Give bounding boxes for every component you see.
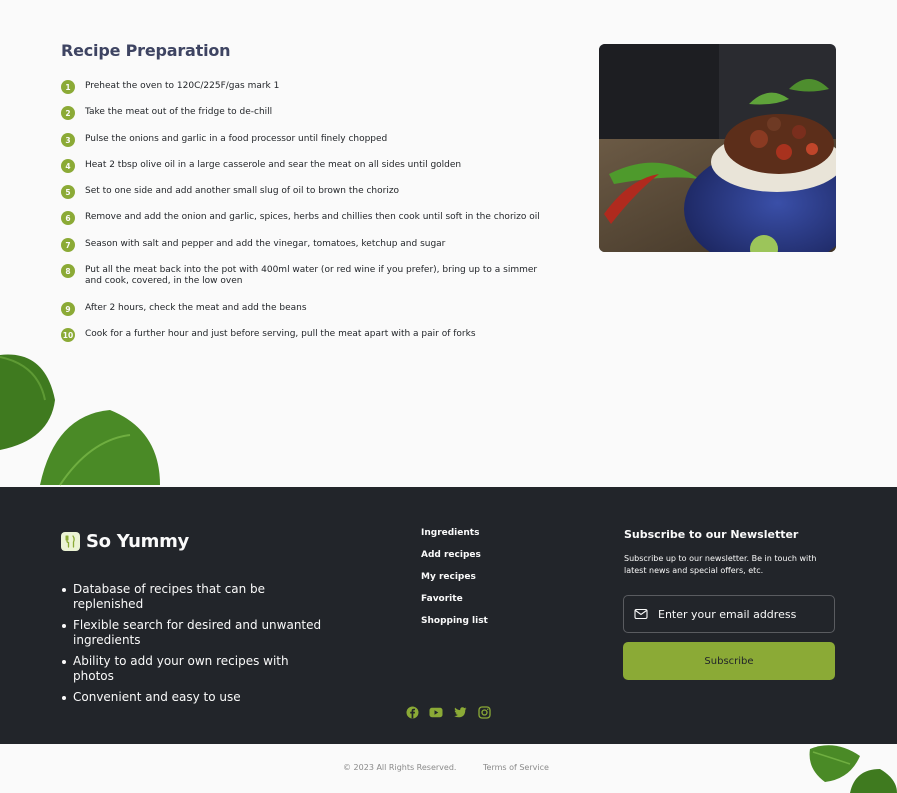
benefit-item: Flexible search for desired and unwanted…	[61, 618, 331, 648]
step-number-badge: 3	[61, 133, 75, 147]
mail-icon	[634, 608, 648, 620]
decorative-leaves-bottom	[805, 744, 897, 793]
brand-logo-icon	[61, 532, 80, 551]
preparation-step: 3 Pulse the onions and garlic in a food p…	[61, 132, 551, 147]
step-number-badge: 1	[61, 80, 75, 94]
footer-nav-link-favorite[interactable]: Favorite	[421, 593, 488, 615]
footer-nav-link-ingredients[interactable]: Ingredients	[421, 527, 488, 549]
benefit-item: Ability to add your own recipes with pho…	[61, 654, 331, 684]
brand-name: So Yummy	[86, 531, 189, 552]
footer-nav-link-my-recipes[interactable]: My recipes	[421, 571, 488, 593]
step-number-badge: 7	[61, 238, 75, 252]
benefit-item: Convenient and easy to use	[61, 690, 331, 705]
email-field[interactable]	[658, 607, 828, 621]
step-text: Take the meat out of the fridge to de-ch…	[85, 107, 273, 117]
step-text: Remove and add the onion and garlic, spi…	[85, 212, 540, 222]
footer-nav-link-shopping-list[interactable]: Shopping list	[421, 615, 488, 637]
instagram-icon[interactable]	[477, 705, 491, 719]
step-number-badge: 6	[61, 211, 75, 225]
step-number-badge: 5	[61, 185, 75, 199]
youtube-icon[interactable]	[429, 705, 443, 719]
step-text: Set to one side and add another small sl…	[85, 186, 400, 196]
preparation-step: 10 Cook for a further hour and just befor…	[61, 327, 551, 342]
preparation-step: 7 Season with salt and pepper and add the…	[61, 237, 551, 252]
step-number-badge: 2	[61, 106, 75, 120]
preparation-title: Recipe Preparation	[61, 41, 231, 60]
preparation-step: 8 Put all the meat back into the pot with…	[61, 263, 551, 287]
newsletter-title: Subscribe to our Newsletter	[624, 528, 799, 541]
preparation-step: 5 Set to one side and add another small s…	[61, 184, 551, 199]
step-number-badge: 8	[61, 264, 75, 278]
twitter-icon[interactable]	[453, 705, 467, 719]
preparation-step: 2 Take the meat out of the fridge to de-c…	[61, 105, 551, 120]
footer-brand[interactable]: So Yummy	[61, 531, 189, 552]
step-text: Season with salt and pepper and add the …	[85, 239, 446, 249]
decorative-leaves	[0, 345, 170, 490]
preparation-step: 4 Heat 2 tbsp olive oil in a large casser…	[61, 158, 551, 173]
footer-nav-link-add-recipes[interactable]: Add recipes	[421, 549, 488, 571]
step-text: After 2 hours, check the meat and add th…	[85, 303, 307, 313]
benefit-item: Database of recipes that can be replenis…	[61, 582, 331, 612]
footer-nav: Ingredients Add recipes My recipes Favorite…	[421, 527, 488, 637]
step-text: Preheat the oven to 120C/225F/gas mark 1	[85, 81, 280, 91]
subscribe-button[interactable]: Subscribe	[623, 642, 835, 680]
step-number-badge: 10	[61, 328, 75, 342]
preparation-step: 9 After 2 hours, check the meat and add t…	[61, 301, 551, 316]
step-text: Pulse the onions and garlic in a food pr…	[85, 134, 388, 144]
email-field-wrapper[interactable]	[623, 595, 835, 633]
recipe-photo	[599, 44, 836, 252]
preparation-step: 1 Preheat the oven to 120C/225F/gas mark …	[61, 79, 551, 94]
step-text: Put all the meat back into the pot with …	[85, 265, 538, 286]
recipe-preparation-section: Recipe Preparation 1 Preheat the oven to …	[0, 0, 897, 487]
social-links	[405, 705, 501, 719]
step-text: Cook for a further hour and just before …	[85, 329, 476, 339]
benefits-list: Database of recipes that can be replenis…	[61, 582, 331, 711]
step-number-badge: 9	[61, 302, 75, 316]
step-number-badge: 4	[61, 159, 75, 173]
terms-of-service-link[interactable]: Terms of Service	[483, 763, 549, 772]
newsletter-text: Subscribe up to our newsletter. Be in to…	[624, 554, 817, 575]
facebook-icon[interactable]	[405, 705, 419, 719]
step-text: Heat 2 tbsp olive oil in a large cassero…	[85, 160, 462, 170]
copyright-text: © 2023 All Rights Reserved.	[343, 763, 457, 772]
preparation-step: 6 Remove and add the onion and garlic, sp…	[61, 210, 551, 225]
